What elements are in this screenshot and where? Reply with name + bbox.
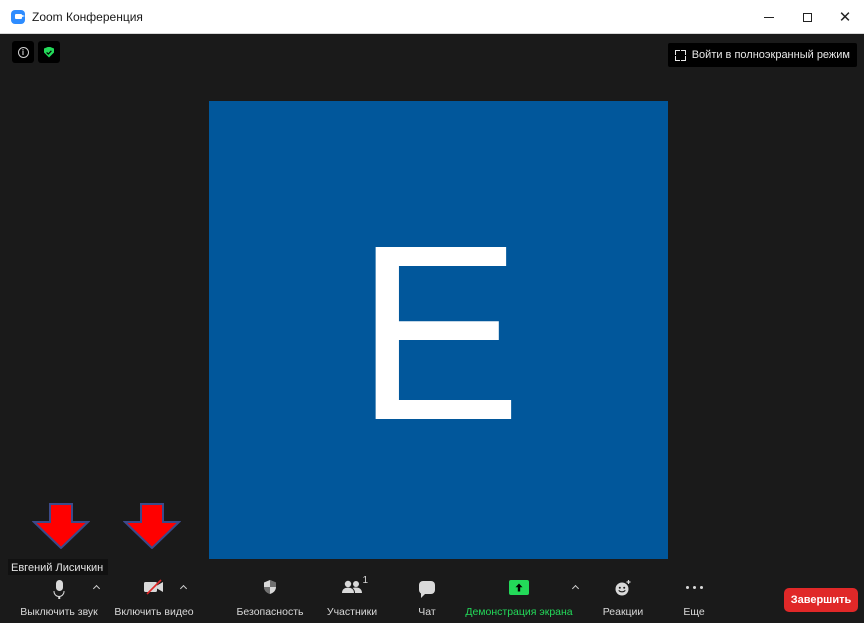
video-label: Включить видео (114, 606, 194, 618)
encryption-status-button[interactable] (38, 41, 60, 63)
info-icon: i (17, 46, 29, 58)
share-screen-label: Демонстрация экрана (465, 606, 573, 618)
avatar-letter: E (355, 193, 522, 472)
meeting-toolbar: Выключить звук Включить видео Безопаснос… (0, 575, 864, 623)
microphone-icon (49, 575, 69, 599)
title-bar: Zoom Конференция ✕ (0, 0, 864, 34)
chat-label: Чат (418, 606, 436, 618)
maximize-icon (802, 12, 812, 22)
caret-up-icon (571, 584, 579, 593)
participants-label: Участники (326, 606, 378, 618)
caret-up-icon (92, 584, 100, 593)
close-button[interactable]: ✕ (826, 0, 864, 34)
end-meeting-button[interactable]: Завершить (784, 588, 858, 612)
fullscreen-icon (674, 49, 686, 61)
reactions-button[interactable]: Реакции (596, 575, 650, 618)
security-button[interactable]: Безопасность (232, 575, 308, 618)
participants-count: 1 (362, 575, 368, 586)
more-options-button[interactable]: Еще (678, 575, 710, 618)
share-options-button[interactable] (570, 582, 580, 593)
security-shield-icon (263, 575, 277, 599)
share-screen-button[interactable]: Демонстрация экрана (454, 575, 584, 618)
caret-up-icon (179, 584, 187, 593)
chat-bubble-icon (419, 575, 435, 599)
fullscreen-label: Войти в полноэкранный режим (691, 49, 850, 61)
more-dots-icon (685, 575, 703, 599)
zoom-window: Zoom Конференция ✕ i Войти в полноэкранн… (0, 0, 864, 623)
window-title: Zoom Конференция (32, 9, 143, 24)
audio-options-button[interactable] (91, 582, 101, 593)
participants-button[interactable]: 1 Участники (322, 575, 382, 618)
video-options-button[interactable] (178, 582, 188, 593)
more-label: Еще (683, 606, 705, 618)
minimize-button[interactable] (750, 0, 788, 34)
red-arrow-annotation-video (123, 503, 181, 549)
participant-video-tile: E (209, 101, 668, 559)
window-controls: ✕ (750, 0, 864, 34)
minimize-icon (764, 16, 774, 18)
close-icon: ✕ (838, 9, 852, 26)
security-label: Безопасность (236, 606, 304, 618)
mute-audio-button[interactable]: Выключить звук (16, 575, 102, 618)
participants-icon: 1 (335, 575, 369, 599)
maximize-button[interactable] (788, 0, 826, 34)
meeting-info-button[interactable]: i (12, 41, 34, 63)
reactions-smiley-icon (614, 575, 632, 599)
red-arrow-annotation-mute (32, 503, 90, 549)
video-off-icon (142, 575, 166, 599)
mute-label: Выключить звук (20, 606, 98, 618)
enter-fullscreen-button[interactable]: Войти в полноэкранный режим (667, 43, 857, 67)
chat-button[interactable]: Чат (410, 575, 444, 618)
zoom-app-icon (11, 9, 25, 24)
share-screen-icon (509, 575, 529, 599)
reactions-label: Реакции (602, 606, 644, 618)
meeting-info-icons: i (12, 41, 60, 63)
shield-icon (44, 46, 54, 58)
